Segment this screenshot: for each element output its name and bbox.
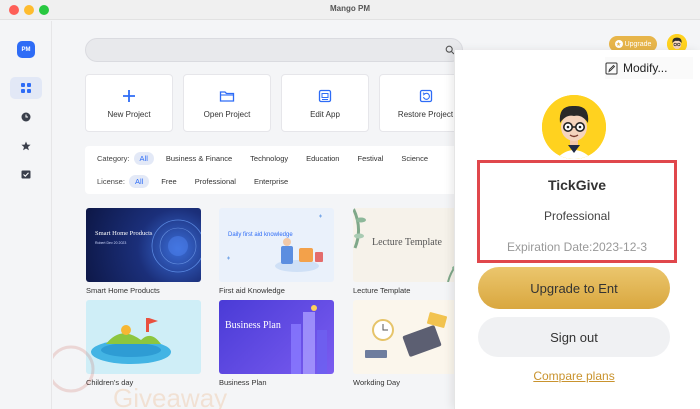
thumb-title: Smart Home Products [95, 230, 153, 237]
category-chip-business[interactable]: Business & Finance [160, 152, 238, 165]
restore-project-label: Restore Project [397, 109, 454, 119]
template-card[interactable]: Business Plan Business Plan [219, 300, 334, 387]
template-caption: Business Plan [219, 378, 267, 387]
open-project-card[interactable]: Open Project [183, 74, 271, 132]
category-filter-row: Category: All Business & Finance Technol… [97, 152, 440, 165]
checklist-icon [21, 170, 31, 179]
edit-icon [605, 62, 618, 74]
thumb-title: Lecture Template [372, 237, 442, 248]
new-project-label: New Project [107, 109, 151, 119]
upgrade-label: Upgrade [624, 40, 652, 48]
restore-icon [419, 89, 432, 102]
template-thumbnail[interactable] [86, 300, 201, 374]
sidebar: PM [0, 21, 52, 409]
template-card[interactable]: Lecture Template Lecture Template [353, 208, 468, 295]
star-icon: ★ [614, 40, 623, 48]
template-thumbnail[interactable]: Daily first aid knowledge [219, 208, 334, 282]
category-chip-festival[interactable]: Festival [351, 152, 389, 165]
account-info-box: TickGive Professional Expiration Date:20… [477, 160, 677, 263]
category-chip-science[interactable]: Science [395, 152, 434, 165]
edit-app-card[interactable]: Edit App [281, 74, 369, 132]
folder-icon [219, 90, 235, 102]
plan-name: Professional [543, 209, 611, 223]
window-title: Mango PM [330, 4, 370, 13]
thumb-title: Business Plan [225, 320, 281, 331]
open-project-label: Open Project [203, 109, 251, 119]
license-chip-professional[interactable]: Professional [189, 175, 242, 188]
template-card[interactable]: Workding Day [353, 300, 468, 387]
compare-plans-link[interactable]: Compare plans [455, 369, 693, 383]
template-card[interactable]: Daily first aid knowledge First aid Know… [219, 208, 334, 295]
template-caption: Smart Home Products [86, 286, 160, 295]
template-card[interactable]: Children's day [86, 300, 201, 387]
license-filter-row: License: All Free Professional Enterpris… [97, 175, 300, 188]
search-input[interactable] [85, 38, 463, 62]
avatar [542, 95, 606, 159]
avatar-icon [542, 95, 606, 159]
template-thumbnail[interactable]: Business Plan [219, 300, 334, 374]
license-chip-all[interactable]: All [128, 175, 150, 188]
license-label: License: [97, 177, 125, 186]
modify-button[interactable]: Modify... [605, 57, 693, 79]
thumb-subtitle: Robert Dev 20 2023 [95, 241, 127, 245]
license-chip-enterprise[interactable]: Enterprise [248, 175, 294, 188]
app-window: Mango PM PM ★ Upgrade New Project Open P… [0, 0, 700, 409]
expiration-date: Expiration Date:2023-12-3 [506, 240, 648, 254]
edit-app-label: Edit App [310, 109, 340, 119]
template-caption: First aid Knowledge [219, 286, 285, 295]
template-thumbnail[interactable] [353, 300, 468, 374]
sidebar-item-favorites[interactable] [10, 135, 42, 157]
template-caption: Children's day [86, 378, 134, 387]
sidebar-item-recent[interactable] [10, 106, 42, 128]
thumb-title: Daily first aid knowledge [228, 232, 293, 238]
clock-icon [21, 112, 31, 122]
category-label: Category: [97, 154, 130, 163]
template-thumbnail[interactable]: Lecture Template [353, 208, 468, 282]
sidebar-item-dashboard[interactable] [10, 77, 42, 99]
app-logo: PM [17, 41, 35, 58]
sidebar-item-tasks[interactable] [10, 164, 42, 186]
template-card[interactable]: Smart Home Products Robert Dev 20 2023 S… [86, 208, 201, 295]
plus-icon [123, 89, 135, 102]
star-icon [21, 141, 31, 151]
license-chip-free[interactable]: Free [155, 175, 182, 188]
grid-icon [21, 83, 31, 93]
filter-panel: Category: All Business & Finance Technol… [85, 146, 505, 194]
template-caption: Lecture Template [353, 286, 411, 295]
category-chip-education[interactable]: Education [300, 152, 345, 165]
category-chip-all[interactable]: All [133, 152, 154, 165]
template-caption: Workding Day [353, 378, 400, 387]
modify-label: Modify... [623, 61, 668, 75]
category-chip-technology[interactable]: Technology [244, 152, 294, 165]
sign-out-button[interactable]: Sign out [478, 317, 670, 357]
upgrade-to-ent-button[interactable]: Upgrade to Ent [478, 267, 670, 309]
app-icon [318, 89, 332, 102]
account-panel: Modify... TickGive Professional Expirati… [454, 50, 700, 409]
template-thumbnail[interactable]: Smart Home Products Robert Dev 20 2023 [86, 208, 201, 282]
new-project-card[interactable]: New Project [85, 74, 173, 132]
username: TickGive [547, 177, 607, 193]
title-bar: Mango PM [0, 0, 700, 20]
